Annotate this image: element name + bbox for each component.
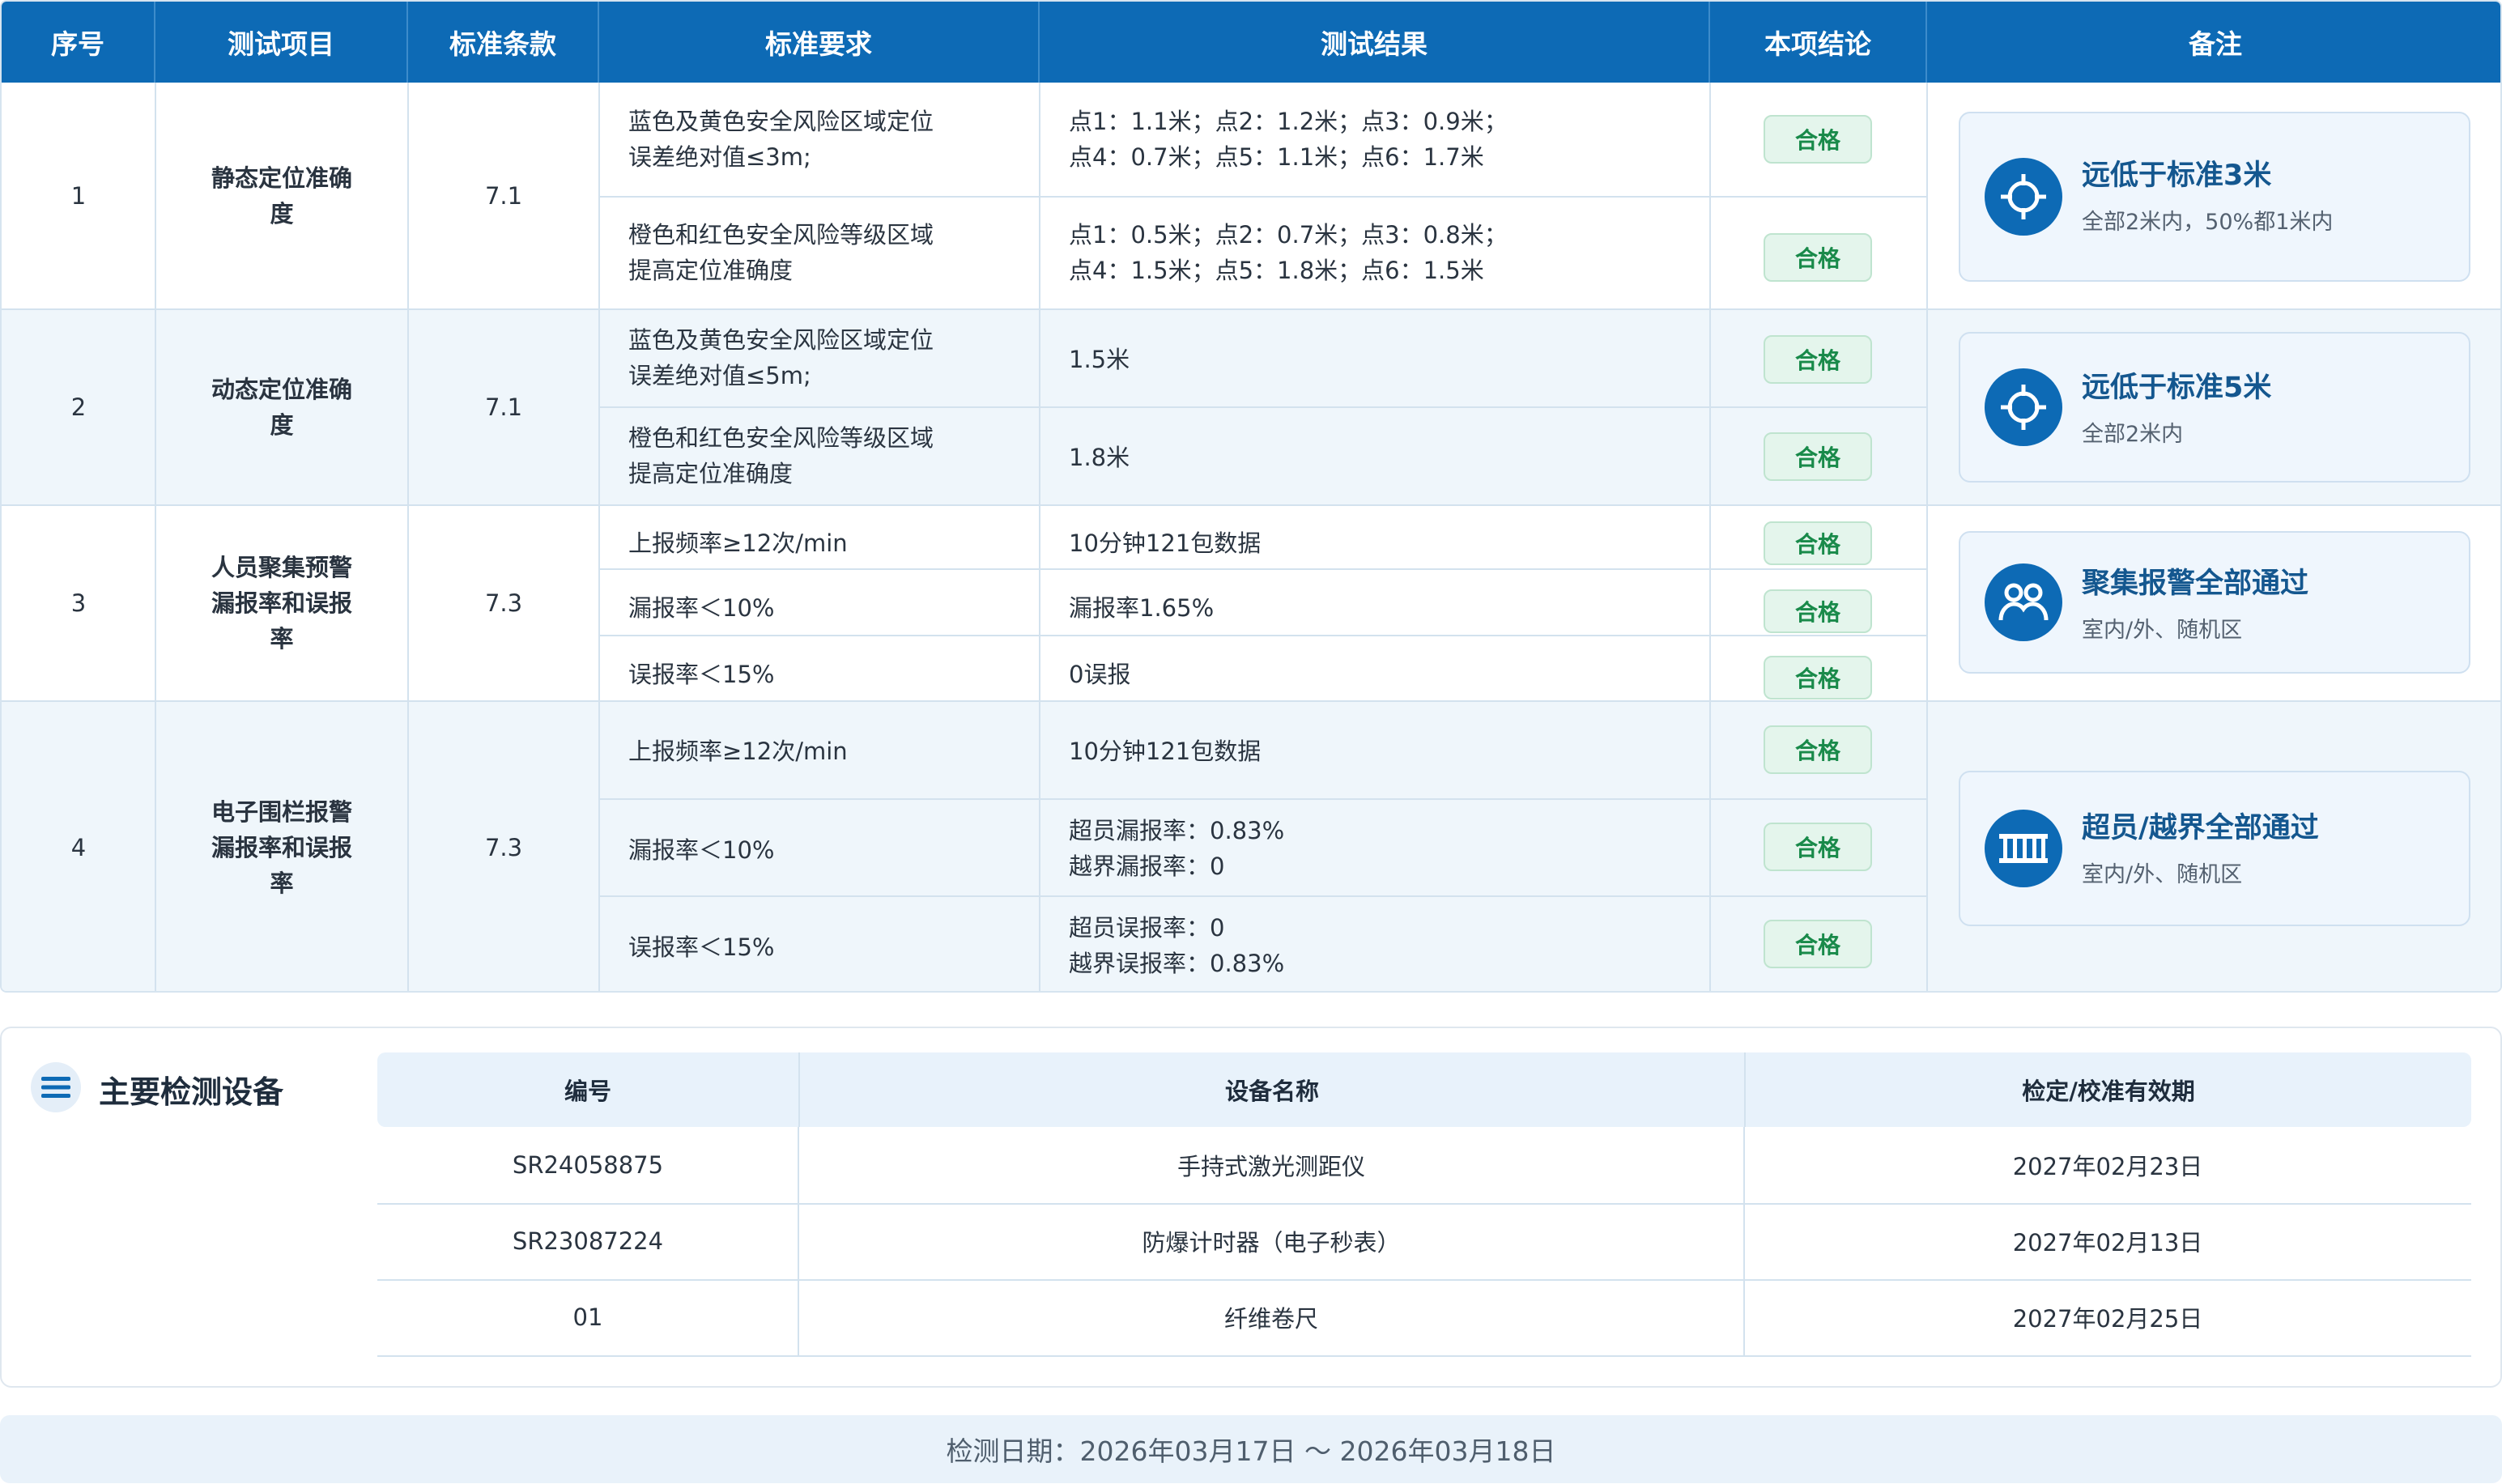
result: 10分钟121包数据 xyxy=(1069,738,1262,765)
grid-line xyxy=(1926,83,1928,991)
clause: 7.1 xyxy=(484,182,523,210)
result-line: 超员漏报率：0.83% xyxy=(1069,817,1285,844)
row-number: 4 xyxy=(70,834,87,861)
requirement: 上报频率≥12次/min xyxy=(628,738,848,765)
requirement: 误报率＜15% xyxy=(628,661,775,688)
result-line: 点1：0.5米；点2：0.7米；点3：0.8米； xyxy=(1069,221,1508,249)
remark-subtitle: 室内/外、随机区 xyxy=(2082,862,2243,887)
pass-badge: 合格 xyxy=(1764,335,1872,384)
test-item: 动态定位准确度 xyxy=(211,376,352,439)
pass-badge: 合格 xyxy=(1764,432,1872,481)
remark-card: 聚集报警全部通过 室内/外、随机区 xyxy=(1959,531,2470,674)
result: 1.5米 xyxy=(1069,346,1130,373)
equipment-validity: 2027年02月25日 xyxy=(2012,1305,2203,1333)
crosshair-icon xyxy=(1985,158,2062,236)
result-line: 超员误报率：0 xyxy=(1069,914,1225,942)
result: 点1：0.5米；点2：0.7米；点3：0.8米； 点4：1.5米；点5：1.8米；… xyxy=(1040,196,1710,309)
people-icon xyxy=(1985,563,2062,641)
pass-badge: 合格 xyxy=(1764,725,1872,774)
clause: 7.3 xyxy=(484,589,523,617)
equipment-validity: 2027年02月13日 xyxy=(2012,1229,2203,1257)
equipment-header-id: 编号 xyxy=(377,1052,798,1127)
equipment-name: 防爆计时器（电子秒表） xyxy=(1142,1229,1401,1257)
result-line: 越界漏报率：0 xyxy=(1069,853,1225,880)
pass-badge: 合格 xyxy=(1764,589,1872,633)
row-number: 1 xyxy=(70,182,87,210)
row-number: 2 xyxy=(70,393,87,421)
result-line: 点4：0.7米；点5：1.1米；点6：1.7米 xyxy=(1069,143,1484,171)
result: 0误报 xyxy=(1069,661,1131,688)
requirement: 橙色和红色安全风险等级区域提高定位准确度 xyxy=(628,221,934,284)
result-line: 点1：1.1米；点2：1.2米；点3：0.9米； xyxy=(1069,108,1508,135)
equipment-name: 纤维卷尺 xyxy=(1223,1305,1318,1333)
header-no: 序号 xyxy=(2,2,155,83)
remark-subtitle: 全部2米内 xyxy=(2082,422,2184,447)
list-icon xyxy=(31,1062,81,1112)
requirement: 橙色和红色安全风险等级区域提高定位准确度 xyxy=(628,424,934,487)
remark-title: 超员/越界全部通过 xyxy=(2082,812,2319,844)
test-item: 电子围栏报警漏报率和误报率 xyxy=(211,798,352,897)
result: 点1：1.1米；点2：1.2米；点3：0.9米； 点4：0.7米；点5：1.1米；… xyxy=(1040,83,1710,196)
pass-badge: 合格 xyxy=(1764,656,1872,699)
header-conclusion: 本项结论 xyxy=(1710,2,1927,83)
result: 超员误报率：0 越界误报率：0.83% xyxy=(1040,897,1710,991)
clause: 7.1 xyxy=(484,393,523,421)
remark-subtitle: 室内/外、随机区 xyxy=(2082,618,2243,643)
requirement: 蓝色及黄色安全风险区域定位误差绝对值≤3m; xyxy=(628,108,934,171)
header-remarks: 备注 xyxy=(1927,2,2500,83)
result: 超员漏报率：0.83% 越界漏报率：0 xyxy=(1040,800,1710,897)
pass-badge: 合格 xyxy=(1764,115,1872,164)
remark-title: 聚集报警全部通过 xyxy=(2082,568,2309,600)
header-clause: 标准条款 xyxy=(408,2,599,83)
grid-line xyxy=(377,1355,2471,1357)
test-item: 人员聚集预警漏报率和误报率 xyxy=(211,554,352,653)
test-results-table: 序号 测试项目 标准条款 标准要求 测试结果 本项结论 备注 1 静态定位准确度… xyxy=(0,0,2502,993)
pass-badge: 合格 xyxy=(1764,233,1872,282)
requirement: 上报频率≥12次/min xyxy=(628,529,848,557)
equipment-title: 主要检测设备 xyxy=(99,1074,284,1110)
result: 漏报率1.65% xyxy=(1069,594,1215,622)
equipment-id: SR24058875 xyxy=(512,1151,664,1179)
header-item: 测试项目 xyxy=(155,2,408,83)
equipment-id: 01 xyxy=(572,1303,603,1331)
requirement: 漏报率＜10% xyxy=(628,836,775,864)
remark-card: 远低于标准5米 全部2米内 xyxy=(1959,332,2470,483)
equipment-validity: 2027年02月23日 xyxy=(2012,1153,2203,1180)
header-requirement: 标准要求 xyxy=(599,2,1040,83)
requirement: 误报率＜15% xyxy=(628,933,775,961)
header-result: 测试结果 xyxy=(1040,2,1710,83)
equipment-id: SR23087224 xyxy=(512,1227,664,1255)
result-line: 越界误报率：0.83% xyxy=(1069,950,1285,977)
fence-icon xyxy=(1985,810,2062,887)
pass-badge: 合格 xyxy=(1764,521,1872,565)
equipment-header-validity: 检定/校准有效期 xyxy=(1744,1052,2471,1127)
result: 1.8米 xyxy=(1069,444,1130,471)
remark-card: 超员/越界全部通过 室内/外、随机区 xyxy=(1959,771,2470,926)
requirement: 漏报率＜10% xyxy=(628,594,775,622)
result-line: 点4：1.5米；点5：1.8米；点6：1.5米 xyxy=(1069,257,1484,284)
equipment-header-name: 设备名称 xyxy=(798,1052,1744,1127)
equipment-section: 主要检测设备 编号 设备名称 检定/校准有效期 SR24058875 手持式激光… xyxy=(0,1027,2502,1388)
pass-badge: 合格 xyxy=(1764,920,1872,968)
remark-title: 远低于标准5米 xyxy=(2082,372,2272,404)
test-item: 静态定位准确度 xyxy=(211,164,352,227)
test-date-footer: 检测日期：2026年03月17日 ～ 2026年03月18日 xyxy=(0,1415,2502,1483)
result: 10分钟121包数据 xyxy=(1069,529,1262,557)
remark-card: 远低于标准3米 全部2米内，50%都1米内 xyxy=(1959,112,2470,282)
remark-subtitle: 全部2米内，50%都1米内 xyxy=(2082,210,2334,235)
row-number: 3 xyxy=(70,589,87,617)
clause: 7.3 xyxy=(484,834,523,861)
crosshair-icon xyxy=(1985,368,2062,446)
equipment-name: 手持式激光测距仪 xyxy=(1177,1153,1365,1180)
remark-title: 远低于标准3米 xyxy=(2082,159,2272,192)
requirement: 蓝色及黄色安全风险区域定位误差绝对值≤5m; xyxy=(628,326,934,389)
pass-badge: 合格 xyxy=(1764,823,1872,871)
